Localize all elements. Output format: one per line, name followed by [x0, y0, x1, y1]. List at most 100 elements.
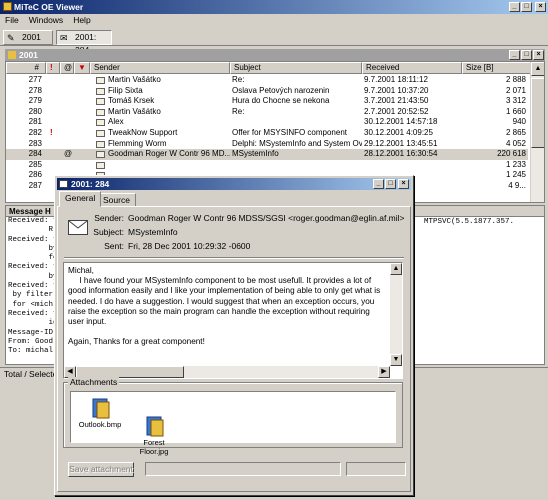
tab-general[interactable]: General: [59, 191, 102, 207]
save-attachment-button[interactable]: Save attachment: [68, 462, 134, 477]
row-size: 1 660: [505, 106, 526, 116]
dialog-close-button[interactable]: ×: [398, 179, 409, 189]
folder-maximize-button[interactable]: □: [521, 50, 532, 60]
subject-label: Subject:: [93, 227, 124, 237]
table-row[interactable]: 284 @ Goodman Roger W Contr 96 MD... MSyste…: [6, 149, 528, 160]
attachments-group: Attachments Outlook.bmp Forest Floor.jpg: [63, 377, 403, 456]
table-row[interactable]: 278 Filip Sixta Oslava Petových narozenin 9…: [6, 86, 528, 97]
column-header-size[interactable]: Size [B]: [462, 62, 532, 74]
row-size: 1 233: [505, 159, 526, 169]
row-subject: Oslava Petových narozenin: [232, 85, 330, 95]
body-scroll-down[interactable]: ▼: [390, 354, 402, 366]
attachment-name: Outlook.bmp: [78, 420, 122, 429]
column-header-subject[interactable]: Subject: [230, 62, 362, 74]
envelope-icon: [96, 108, 105, 116]
close-button[interactable]: ×: [535, 2, 546, 12]
table-row[interactable]: 279 Tomáš Krsek Hura do Chocne se nekona 3.…: [6, 96, 528, 107]
column-header-received[interactable]: Received: [362, 62, 462, 74]
row-number: 281: [28, 117, 42, 127]
message-dialog: 2001: 284 _ □ × General Source Sender: G…: [54, 175, 414, 496]
attachment-item[interactable]: Outlook.bmp: [75, 396, 125, 429]
body-vertical-scrollbar[interactable]: ▲ ▼: [390, 263, 402, 366]
app-title: MiTeC OE Viewer: [14, 2, 84, 12]
row-subject: Offer for MSYSINFO component: [232, 128, 348, 137]
table-row[interactable]: 285 1 233: [6, 160, 528, 171]
sender-label: Sender:: [94, 213, 124, 223]
minimize-button[interactable]: _: [509, 2, 520, 12]
menu-file[interactable]: File: [0, 14, 24, 27]
dialog-titlebar: 2001: 284 _ □ ×: [57, 178, 411, 190]
row-number: 284: [28, 149, 42, 159]
tab-message-284[interactable]: ✉ 2001: 284: [56, 30, 112, 55]
message-icon: [59, 180, 68, 188]
row-number: 287: [28, 181, 42, 190]
attachment-item[interactable]: Forest Floor.jpg: [129, 396, 179, 465]
row-sender: Flemming Worm: [108, 138, 167, 148]
file-icon: [91, 398, 110, 419]
sender-value: Goodman Roger W Contr 96 MDSS/SGSI <roge…: [128, 213, 405, 223]
table-row[interactable]: 280 Martin Vašátko Re: 2.7.2001 20:52:52 1 6…: [6, 107, 528, 118]
dialog-title: 2001: 284: [71, 179, 110, 189]
row-number: 277: [28, 75, 42, 84]
row-size: 2 865: [505, 128, 526, 137]
sent-label: Sent:: [104, 241, 124, 251]
row-subject: MSystemInfo: [232, 149, 279, 159]
column-header-flag[interactable]: ▼: [74, 62, 90, 74]
envelope-icon: [96, 77, 105, 84]
envelope-icon: [96, 140, 105, 148]
column-header-number[interactable]: #: [6, 62, 46, 74]
separator: [64, 257, 404, 259]
row-size: 2 888: [505, 75, 526, 84]
table-row[interactable]: 277 Martin Vašátko Re: 9.7.2001 18:11:12 2 8…: [6, 75, 528, 86]
app-icon: [3, 2, 12, 11]
maximize-button[interactable]: □: [521, 2, 532, 12]
column-header-priority[interactable]: !: [46, 62, 60, 74]
row-subject: Re:: [232, 106, 245, 116]
envelope-icon: [96, 161, 105, 169]
table-row[interactable]: 283 Flemming Worm Delphi: MSystemInfo and …: [6, 139, 528, 150]
subject-value: MSystemInfo: [128, 227, 178, 237]
dialog-minimize-button[interactable]: _: [373, 179, 384, 189]
window-tabstrip: ✎ 2001 ✉ 2001: 284: [0, 28, 548, 55]
folder-minimize-button[interactable]: _: [509, 50, 520, 60]
folder-icon: [8, 51, 16, 59]
row-size: 1 245: [505, 170, 526, 180]
tab-source[interactable]: Source: [97, 193, 136, 207]
table-row[interactable]: 281 Alex 30.12.2001 14:57:18 940: [6, 117, 528, 128]
row-size: 2 071: [505, 85, 526, 95]
folder-window-title: 2001: [19, 50, 38, 60]
column-header-attachment[interactable]: @: [60, 62, 74, 74]
scroll-up-button[interactable]: ▲: [531, 62, 544, 76]
row-sender: Filip Sixta: [108, 85, 143, 95]
column-header-sender[interactable]: Sender: [90, 62, 230, 74]
folder-close-button[interactable]: ×: [533, 50, 544, 60]
dialog-maximize-button[interactable]: □: [385, 179, 396, 189]
row-sender: Martin Vašátko: [108, 75, 161, 84]
envelope-icon: [96, 98, 105, 106]
menu-windows[interactable]: Windows: [24, 14, 68, 27]
row-received: 9.7.2001 10:37:20: [364, 85, 429, 95]
menu-help[interactable]: Help: [68, 14, 95, 27]
row-number: 278: [28, 85, 42, 95]
row-number: 282: [28, 128, 42, 137]
row-received: 28.12.2001 16:30:54: [364, 149, 438, 159]
message-body-text: Michal, I have found your MSystemInfo co…: [68, 266, 381, 347]
status-panel: [346, 462, 406, 476]
message-body[interactable]: Michal, I have found your MSystemInfo co…: [63, 262, 403, 379]
row-received: 9.7.2001 18:11:12: [364, 75, 428, 84]
body-scroll-up[interactable]: ▲: [390, 263, 402, 275]
row-sender: Goodman Roger W Contr 96 MD...: [108, 149, 230, 159]
table-row[interactable]: 282! TweakNow Support Offer for MSYSINFO c…: [6, 128, 528, 139]
body-scroll-right[interactable]: ▶: [378, 366, 390, 378]
row-sender: Alex: [108, 117, 124, 127]
scroll-thumb[interactable]: [531, 78, 544, 148]
row-priority: !: [50, 128, 53, 137]
app-titlebar: MiTeC OE Viewer _ □ ×: [0, 0, 548, 14]
row-size: 3 312: [505, 96, 526, 106]
envelope-icon: [96, 130, 105, 137]
list-vertical-scrollbar[interactable]: ▲: [530, 62, 544, 202]
row-received: 30.12.2001 14:57:18: [364, 117, 438, 127]
envelope-icon: [96, 151, 105, 159]
row-sender: Tomáš Krsek: [108, 96, 155, 106]
tab-folder-2001[interactable]: ✎ 2001: [3, 30, 53, 45]
